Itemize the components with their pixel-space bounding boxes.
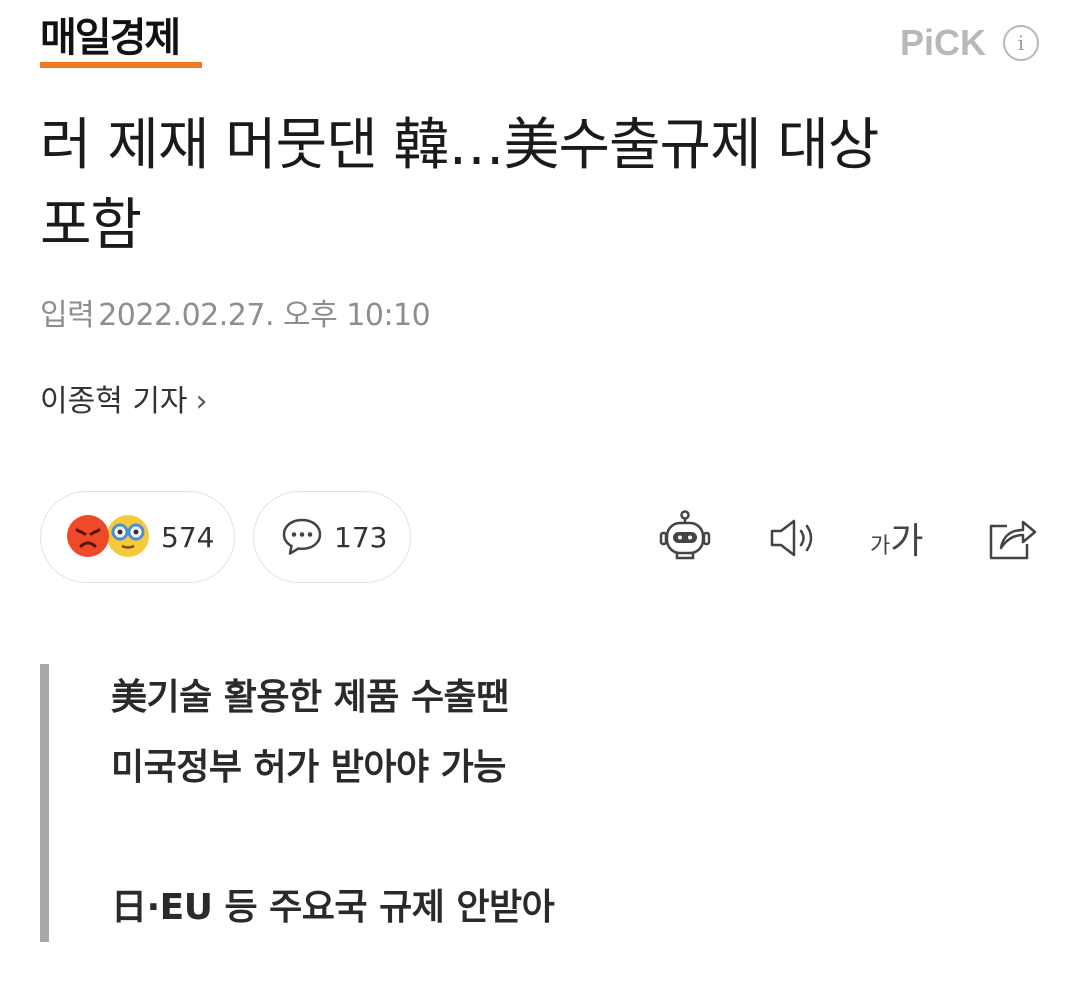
- speech-bubble-icon: [282, 518, 322, 555]
- date-label: 입력: [40, 298, 95, 333]
- headline-line-1: 러 제재 머뭇댄 韓…美수출규제 대상: [40, 113, 879, 178]
- article-headline: 러 제재 머뭇댄 韓…美수출규제 대상포함: [40, 106, 1050, 266]
- reporter-link[interactable]: 이종혁 기자 ›: [40, 382, 208, 422]
- chevron-right-icon: ›: [195, 384, 208, 419]
- font-small-label: 가: [870, 534, 891, 559]
- speaker-icon[interactable]: [766, 510, 822, 566]
- reaction-count: 574: [161, 521, 215, 554]
- summary-line-1: 美기술 활용한 제품 수출땐: [111, 677, 509, 718]
- publisher-logo[interactable]: 매일경제: [40, 14, 181, 62]
- summary-line-2: 미국정부 허가 받아야 가능: [111, 747, 506, 788]
- comment-count: 173: [334, 521, 388, 554]
- reaction-button[interactable]: 574: [40, 491, 235, 583]
- font-size-icon[interactable]: 가가: [870, 512, 940, 568]
- angry-emoji-icon: [67, 515, 109, 557]
- font-large-label: 가: [890, 521, 924, 562]
- glasses-emoji-icon: [107, 515, 149, 557]
- date-value: 2022.02.27. 오후 10:10: [98, 298, 431, 333]
- comment-button[interactable]: 173: [253, 491, 411, 583]
- summary-line-3: 日·EU 등 주요국 규제 안받아: [111, 887, 555, 928]
- headline-line-2: 포함: [40, 193, 142, 258]
- article-summary: 美기술 활용한 제품 수출땐 미국정부 허가 받아야 가능 日·EU 등 주요국…: [40, 664, 749, 942]
- robot-icon[interactable]: [657, 510, 713, 566]
- reporter-name: 이종혁 기자: [40, 384, 188, 419]
- pick-badge: PiCK: [900, 22, 987, 63]
- article-header: 매일경제 PiCK i: [0, 0, 1080, 90]
- logo-underline: [40, 62, 202, 68]
- publish-date: 입력 2022.02.27. 오후 10:10: [40, 296, 431, 336]
- info-icon[interactable]: i: [1003, 25, 1039, 61]
- share-icon[interactable]: [985, 510, 1041, 566]
